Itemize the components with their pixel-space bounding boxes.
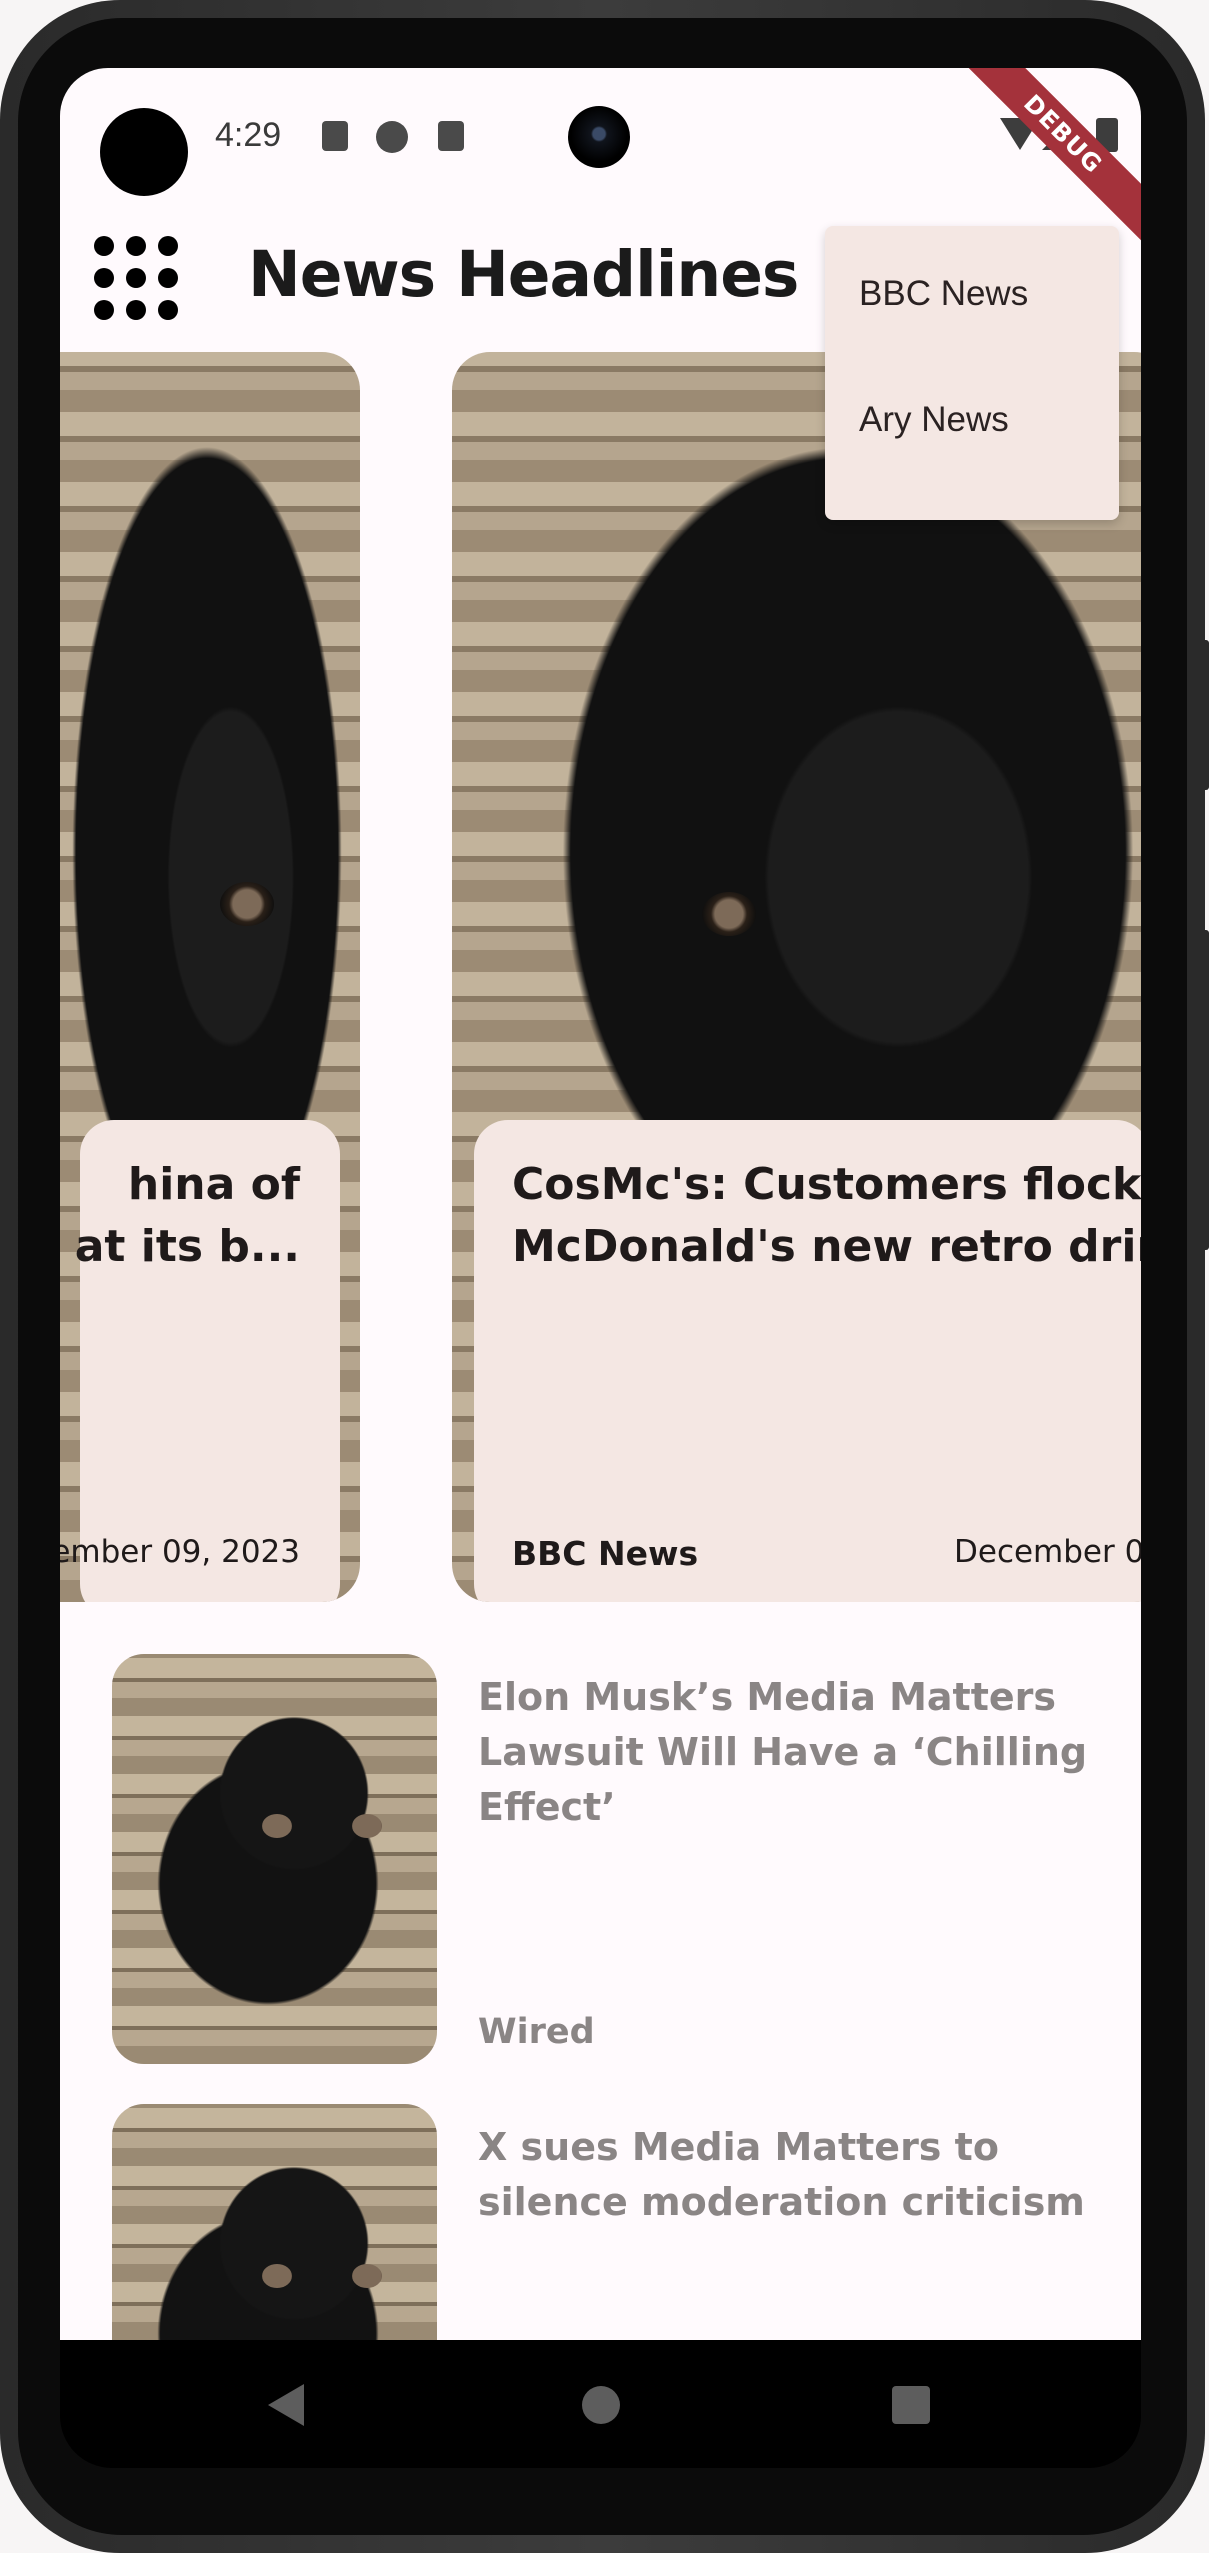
news-thumbnail [112, 1654, 437, 2064]
thumbnail-image [112, 1654, 437, 2064]
carousel-card[interactable]: hina of n at its b... ember 09, 2023 [60, 352, 360, 1602]
news-source: Wired [478, 2012, 595, 2052]
recents-icon[interactable] [892, 2386, 930, 2424]
card-title-line: McDonald's new retro drink [512, 1221, 1141, 1272]
home-icon[interactable] [582, 2386, 620, 2424]
dog-eye [352, 2264, 382, 2288]
card-title: CosMc's: Customers flock t McDonald's ne… [512, 1154, 1141, 1278]
card-date: December 0 [954, 1534, 1141, 1570]
page-title: News Headlines [248, 238, 799, 311]
dog-eye [262, 1814, 292, 1838]
news-list-item[interactable]: Elon Musk’s Media Matters Lawsuit Will H… [112, 1654, 1112, 2064]
card-info-panel: hina of n at its b... ember 09, 2023 [60, 1120, 340, 1602]
news-title: X sues Media Matters to silence moderati… [478, 2125, 1085, 2224]
card-source: BBC News [512, 1534, 699, 1573]
card-title-line: hina of [127, 1159, 300, 1210]
carousel-card[interactable]: CosMc's: Customers flock t McDonald's ne… [452, 352, 1141, 1602]
dog-eye [220, 882, 274, 926]
source-popup-menu: BBC News Ary News [825, 226, 1119, 520]
system-nav-bar [60, 2340, 1141, 2468]
news-title: Elon Musk’s Media Matters Lawsuit Will H… [478, 1675, 1088, 1829]
front-camera [568, 106, 630, 168]
sd-card-icon [438, 121, 464, 151]
card-date: ember 09, 2023 [60, 1534, 300, 1570]
news-thumbnail [112, 2104, 437, 2340]
menu-item-bbc-news[interactable]: BBC News [859, 274, 1028, 314]
card-title-line: n at its b... [60, 1221, 300, 1272]
status-bar: 4:29 [60, 68, 1141, 218]
dog-eye [352, 1814, 382, 1838]
dog-eye [262, 2264, 292, 2288]
a-notification-icon [322, 121, 348, 151]
card-info-panel: CosMc's: Customers flock t McDonald's ne… [474, 1120, 1141, 1602]
volume-button [1201, 640, 1209, 790]
status-dot [100, 108, 188, 196]
thumbnail-image [112, 2104, 437, 2340]
status-time: 4:29 [215, 116, 282, 154]
app-screen: 4:29 hina of n at its b... ember 09, 202… [60, 68, 1141, 2340]
data-saver-icon [376, 121, 408, 153]
dog-eye [702, 892, 756, 936]
back-icon[interactable] [268, 2384, 304, 2426]
card-title-line: CosMc's: Customers flock t [512, 1159, 1141, 1210]
power-button [1201, 930, 1209, 1250]
card-title: hina of n at its b... [60, 1154, 300, 1278]
menu-item-ary-news[interactable]: Ary News [859, 400, 1009, 440]
grid-dots-icon[interactable] [94, 236, 178, 320]
news-list-item[interactable]: X sues Media Matters to silence moderati… [112, 2104, 1112, 2340]
